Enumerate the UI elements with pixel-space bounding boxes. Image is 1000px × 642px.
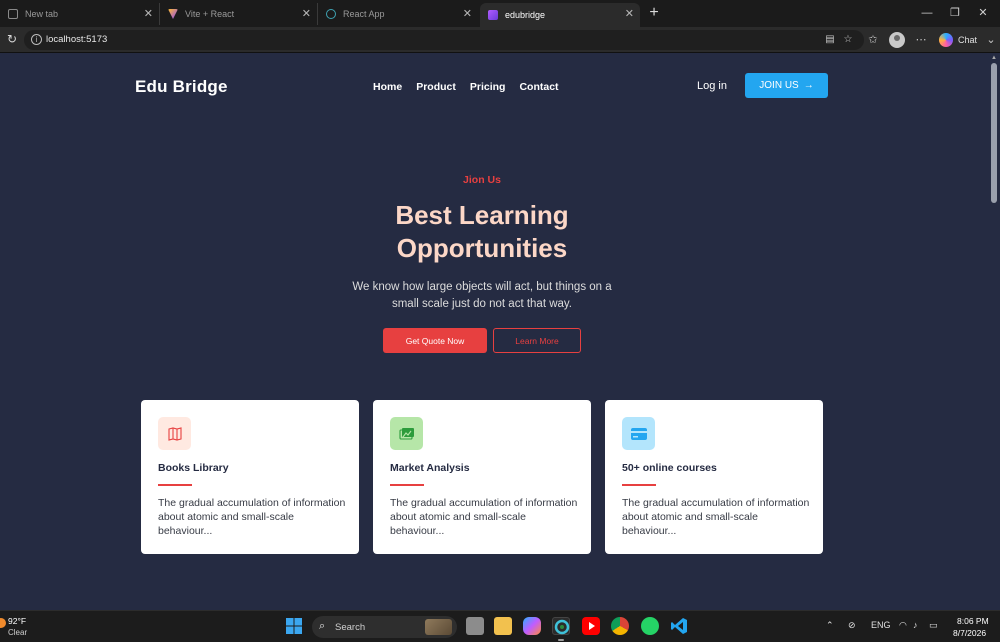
browser-tab[interactable]: React App ✕ (318, 3, 478, 25)
nav-contact[interactable]: Contact (519, 81, 558, 93)
headline-line: Opportunities (396, 233, 568, 263)
favorites-icon[interactable]: ✩ (866, 33, 880, 47)
tab-title: edubridge (505, 10, 546, 20)
more-options-icon[interactable]: ⋯ (914, 33, 928, 47)
card-title: Books Library (158, 462, 229, 474)
profile-avatar[interactable] (889, 32, 905, 48)
url-field[interactable]: i localhost:5173 ▤ ☆ (24, 30, 864, 50)
chat-label: Chat (958, 35, 978, 45)
tab-title: React App (343, 9, 385, 19)
tab-title: Vite + React (185, 9, 235, 19)
copilot-icon (939, 33, 953, 47)
scrollbar-thumb[interactable] (991, 63, 997, 203)
browser-tab-active[interactable]: edubridge ✕ (480, 3, 640, 27)
new-tab-icon (8, 9, 18, 19)
volume-icon[interactable]: ♪ (913, 620, 918, 630)
network-off-icon[interactable]: ⊘ (848, 620, 856, 631)
taskbar-search[interactable]: ⌕ Search (312, 616, 457, 638)
language-indicator[interactable]: ENG (871, 620, 891, 630)
page-viewport: Edu Bridge Home Product Pricing Contact … (0, 53, 988, 610)
learn-more-button[interactable]: Learn More (493, 328, 581, 353)
nav-home[interactable]: Home (373, 81, 402, 93)
address-bar: ↻ i localhost:5173 ▤ ☆ ✩ ⋯ Chat ⌄ (0, 27, 1000, 53)
copilot-app-icon[interactable] (523, 617, 541, 635)
copilot-chat-button[interactable]: Chat (935, 31, 981, 49)
weather-temperature[interactable]: 92°F (8, 616, 26, 626)
site-info-icon[interactable]: i (31, 34, 42, 45)
tab-title: New tab (25, 9, 59, 19)
reading-view-icon[interactable]: ▤ (824, 34, 836, 46)
hero-subtext: We know how large objects will act, but … (0, 279, 964, 313)
search-label: Search (335, 622, 366, 633)
battery-icon[interactable]: ▭ (929, 620, 938, 631)
page-scrollbar[interactable]: ▲ (988, 53, 1000, 610)
browser-tab[interactable]: Vite + React ✕ (160, 3, 318, 25)
nav-product[interactable]: Product (416, 81, 456, 93)
book-icon (158, 417, 191, 450)
card-title: 50+ online courses (622, 462, 717, 474)
card-description: The gradual accumulation of information … (390, 497, 578, 537)
credit-card-icon (622, 417, 655, 450)
chevron-down-icon[interactable]: ⌄ (984, 33, 998, 47)
restore-icon[interactable]: ❐ (940, 4, 970, 22)
close-tab-icon[interactable]: ✕ (144, 7, 153, 20)
feature-card: 50+ online courses The gradual accumulat… (605, 400, 823, 554)
active-app-indicator (558, 639, 564, 641)
favorite-star-icon[interactable]: ☆ (842, 34, 854, 46)
search-highlight-image (425, 619, 452, 635)
browser-tab[interactable]: New tab ✕ (0, 3, 160, 25)
close-tab-icon[interactable]: ✕ (625, 7, 634, 20)
card-divider (158, 484, 192, 486)
wifi-icon[interactable]: ◠ (899, 620, 907, 631)
join-us-button[interactable]: JOIN US → (745, 73, 828, 98)
url-text: localhost:5173 (46, 34, 108, 45)
minimize-icon[interactable]: — (912, 4, 942, 22)
youtube-icon[interactable] (582, 617, 600, 635)
file-explorer-icon[interactable] (494, 617, 512, 635)
browser-tab-strip: New tab ✕ Vite + React ✕ React App ✕ edu… (0, 0, 1000, 27)
vscode-icon[interactable] (670, 617, 688, 635)
windows-start-icon[interactable] (285, 617, 303, 635)
hero-eyebrow: Jion Us (463, 174, 501, 186)
vite-icon (168, 9, 178, 19)
clock-time[interactable]: 8:06 PM (957, 616, 989, 626)
arrow-right-icon: → (803, 80, 814, 91)
card-divider (390, 484, 424, 486)
subtext-line: We know how large objects will act, but … (352, 281, 612, 293)
nav-pricing[interactable]: Pricing (470, 81, 506, 93)
weather-condition: Clear (8, 628, 28, 637)
login-link[interactable]: Log in (697, 80, 727, 92)
chevron-up-icon[interactable]: ⌃ (826, 620, 834, 631)
whatsapp-icon[interactable] (641, 617, 659, 635)
reload-icon[interactable]: ↻ (5, 32, 19, 46)
card-title: Market Analysis (390, 462, 470, 474)
subtext-line: small scale just do not act that way. (391, 298, 573, 310)
clock-date[interactable]: 8/7/2026 (953, 628, 986, 638)
chrome-icon[interactable] (611, 617, 629, 635)
react-icon (326, 9, 336, 19)
card-divider (622, 484, 656, 486)
close-window-icon[interactable]: ✕ (968, 4, 998, 22)
main-nav: Home Product Pricing Contact (373, 81, 559, 93)
edge-browser-icon[interactable] (552, 617, 570, 635)
close-tab-icon[interactable]: ✕ (463, 7, 472, 20)
scroll-up-icon[interactable]: ▲ (991, 55, 997, 61)
site-logo[interactable]: Edu Bridge (135, 77, 228, 97)
close-tab-icon[interactable]: ✕ (302, 7, 311, 20)
vite-icon (488, 10, 498, 20)
taskbar: 92°F Clear ⌕ Search ⌃ ⊘ ENG ◠ ♪ ▭ 8:06 P… (0, 610, 1000, 642)
weather-icon (0, 618, 6, 628)
search-icon: ⌕ (319, 620, 326, 632)
get-quote-button[interactable]: Get Quote Now (383, 328, 487, 353)
card-description: The gradual accumulation of information … (622, 497, 810, 537)
task-view-icon[interactable] (466, 617, 484, 635)
chart-icon (390, 417, 423, 450)
card-description: The gradual accumulation of information … (158, 497, 346, 537)
join-us-label: JOIN US (759, 80, 799, 91)
feature-card: Books Library The gradual accumulation o… (141, 400, 359, 554)
hero-headline: Best Learning Opportunities (0, 199, 964, 265)
new-tab-button[interactable]: + (644, 3, 664, 23)
feature-card: Market Analysis The gradual accumulation… (373, 400, 591, 554)
headline-line: Best Learning (395, 200, 569, 230)
